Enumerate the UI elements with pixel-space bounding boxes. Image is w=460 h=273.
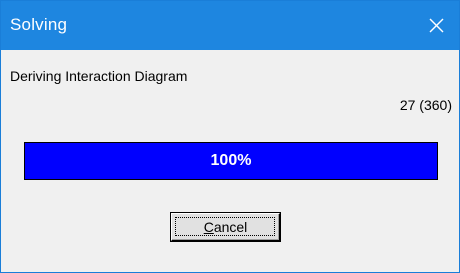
progress-percent-label: 100% (210, 152, 252, 169)
close-icon (429, 18, 444, 33)
iteration-count: 27 (360) (399, 97, 452, 113)
solving-dialog: Solving Deriving Interaction Diagram 27 … (0, 0, 460, 273)
cancel-label-rest: ancel (213, 219, 248, 235)
close-button[interactable] (415, 1, 459, 50)
progress-bar: 100% (24, 142, 438, 180)
window-title: Solving (10, 15, 68, 34)
dialog-body: Deriving Interaction Diagram 27 (360) 10… (1, 50, 459, 272)
cancel-button-label: Cancel (172, 219, 279, 235)
cancel-mnemonic: C (203, 219, 214, 235)
cancel-button[interactable]: Cancel (170, 212, 281, 242)
title-bar[interactable]: Solving (1, 1, 459, 50)
status-label: Deriving Interaction Diagram (10, 68, 188, 84)
